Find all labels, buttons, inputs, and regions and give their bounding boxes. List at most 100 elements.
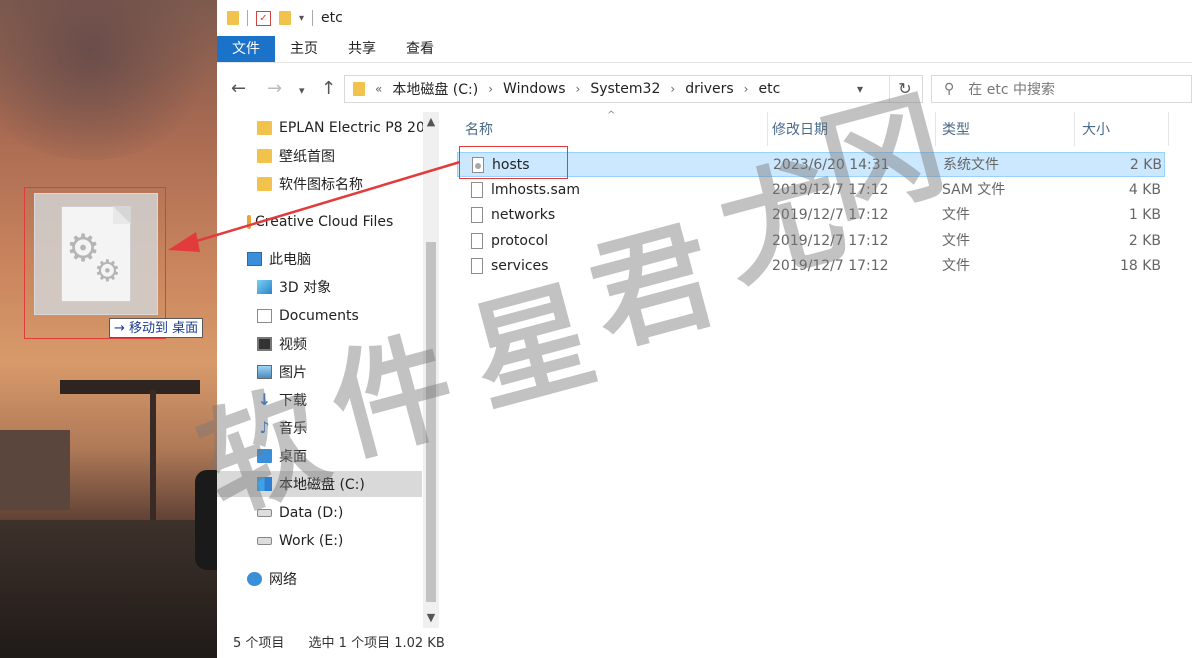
- nav-item-label: 此电脑: [269, 252, 311, 268]
- scrollbar-thumb[interactable]: [426, 242, 436, 602]
- status-bar: 5 个项目 选中 1 个项目 1.02 KB: [217, 630, 1192, 658]
- nav-item-videos[interactable]: 视频: [217, 331, 439, 357]
- folder-icon: [353, 82, 365, 96]
- back-arrow-icon[interactable]: ←: [231, 78, 246, 100]
- column-header-date[interactable]: 修改日期: [772, 112, 828, 146]
- nav-pane-scrollbar[interactable]: ▲ ▼: [423, 112, 439, 628]
- nav-item-c-drive[interactable]: 本地磁盘 (C:): [217, 471, 422, 497]
- nav-item-creative-cloud[interactable]: Creative Cloud Files: [217, 209, 439, 235]
- nav-item-d-drive[interactable]: Data (D:): [217, 500, 439, 526]
- nav-item-software-icons[interactable]: 软件图标名称: [217, 171, 439, 197]
- nav-item-documents[interactable]: Documents: [217, 303, 439, 329]
- breadcrumb-etc[interactable]: etc: [758, 81, 780, 97]
- recent-dropdown-icon[interactable]: ▾: [299, 80, 305, 102]
- tab-file[interactable]: 文件: [217, 36, 275, 62]
- nav-item-wallpaper[interactable]: 壁纸首图: [217, 143, 439, 169]
- nav-item-label: 本地磁盘 (C:): [279, 477, 365, 493]
- breadcrumb-drivers[interactable]: drivers: [685, 81, 733, 97]
- nav-item-label: 壁纸首图: [279, 149, 335, 165]
- table-row[interactable]: protocol 2019/12/7 17:12 文件 2 KB: [457, 229, 1165, 254]
- downloads-icon: ↓: [257, 390, 272, 409]
- drag-highlight-box: [24, 187, 166, 339]
- table-row[interactable]: networks 2019/12/7 17:12 文件 1 KB: [457, 203, 1165, 228]
- nav-item-label: 3D 对象: [279, 280, 332, 296]
- column-divider[interactable]: [1168, 112, 1169, 146]
- 3d-objects-icon: [257, 280, 272, 294]
- properties-icon[interactable]: ✓: [256, 10, 271, 26]
- column-divider[interactable]: [767, 112, 768, 146]
- navigation-pane: EPLAN Electric P8 202 壁纸首图 软件图标名称 Creati…: [217, 110, 439, 630]
- desktop-building: [0, 430, 70, 510]
- move-to-tooltip: → 移动到 桌面: [109, 318, 204, 338]
- breadcrumb-system32[interactable]: System32: [590, 81, 660, 97]
- navigation-row: ← → ▾ ↑ « 本地磁盘 (C:) › Windows › System32…: [217, 70, 1192, 108]
- quick-access-toolbar: ✓ ▾: [227, 10, 314, 26]
- file-icon: [471, 207, 483, 223]
- address-bar[interactable]: « 本地磁盘 (C:) › Windows › System32 › drive…: [344, 75, 923, 103]
- tab-share[interactable]: 共享: [333, 36, 391, 62]
- table-row[interactable]: lmhosts.sam 2019/12/7 17:12 SAM 文件 4 KB: [457, 178, 1165, 203]
- videos-icon: [257, 337, 272, 351]
- file-date: 2023/6/20 14:31: [773, 157, 890, 173]
- chevron-right-icon[interactable]: ›: [744, 82, 749, 96]
- address-dropdown-icon[interactable]: ▾: [857, 82, 863, 96]
- nav-item-pictures[interactable]: 图片: [217, 359, 439, 385]
- folder-icon: [227, 11, 239, 25]
- nav-item-this-pc[interactable]: 此电脑: [217, 246, 439, 272]
- column-header-type[interactable]: 类型: [942, 112, 970, 146]
- file-type: 文件: [942, 207, 970, 223]
- column-divider[interactable]: [935, 112, 936, 146]
- file-icon: [471, 258, 483, 274]
- folder-icon: [257, 149, 272, 163]
- nav-item-network[interactable]: 网络: [217, 566, 439, 592]
- desktop-icon: [257, 449, 272, 463]
- table-row[interactable]: services 2019/12/7 17:12 文件 18 KB: [457, 254, 1165, 279]
- title-bar: ✓ ▾ etc: [217, 0, 1192, 36]
- nav-item-eplan[interactable]: EPLAN Electric P8 202: [217, 115, 439, 141]
- overflow-chevron[interactable]: «: [375, 82, 382, 96]
- nav-item-label: Data (D:): [279, 505, 344, 521]
- chevron-right-icon[interactable]: ›: [576, 82, 581, 96]
- breadcrumb-c-drive[interactable]: 本地磁盘 (C:): [392, 79, 478, 99]
- column-header-size[interactable]: 大小: [1082, 112, 1110, 146]
- hosts-highlight-box: [459, 146, 568, 179]
- nav-item-label: 视频: [279, 337, 307, 353]
- column-divider[interactable]: [1074, 112, 1075, 146]
- file-size: 18 KB: [1119, 258, 1161, 274]
- creative-cloud-icon: [247, 215, 251, 229]
- column-header-name[interactable]: 名称: [465, 112, 493, 146]
- sort-ascending-icon: ^: [607, 110, 616, 121]
- refresh-icon[interactable]: ↻: [889, 76, 920, 102]
- drive-icon: [257, 537, 272, 545]
- nav-item-label: Documents: [279, 308, 359, 324]
- file-date: 2019/12/7 17:12: [772, 207, 889, 223]
- nav-item-music[interactable]: ♪ 音乐: [217, 415, 439, 441]
- chevron-right-icon[interactable]: ›: [670, 82, 675, 96]
- nav-item-e-drive[interactable]: Work (E:): [217, 528, 439, 554]
- chevron-right-icon[interactable]: ›: [488, 82, 493, 96]
- tab-home[interactable]: 主页: [275, 36, 333, 62]
- desktop-post: [150, 390, 156, 530]
- music-icon: ♪: [259, 418, 270, 437]
- nav-item-downloads[interactable]: ↓ 下载: [217, 387, 439, 413]
- nav-item-label: 下载: [279, 393, 307, 409]
- nav-item-label: 音乐: [279, 421, 307, 437]
- desktop-sky: [0, 0, 217, 160]
- computer-icon: [247, 252, 262, 266]
- customize-dropdown-icon[interactable]: ▾: [299, 13, 304, 24]
- desktop-ground: [0, 520, 217, 658]
- nav-item-label: 网络: [269, 572, 297, 588]
- breadcrumb-windows[interactable]: Windows: [503, 81, 566, 97]
- nav-item-desktop[interactable]: 桌面: [217, 443, 439, 469]
- up-arrow-icon[interactable]: ↑: [321, 78, 336, 100]
- tab-view[interactable]: 查看: [391, 36, 449, 62]
- new-folder-icon[interactable]: [279, 11, 291, 25]
- search-box[interactable]: ⚲ 在 etc 中搜索: [931, 75, 1192, 103]
- scroll-up-icon[interactable]: ▲: [423, 112, 439, 132]
- nav-item-3d-objects[interactable]: 3D 对象: [217, 274, 439, 300]
- file-size: 1 KB: [1128, 207, 1161, 223]
- forward-arrow-icon[interactable]: →: [267, 78, 282, 100]
- separator: [312, 10, 314, 26]
- scroll-down-icon[interactable]: ▼: [423, 608, 439, 628]
- file-icon: [471, 233, 483, 249]
